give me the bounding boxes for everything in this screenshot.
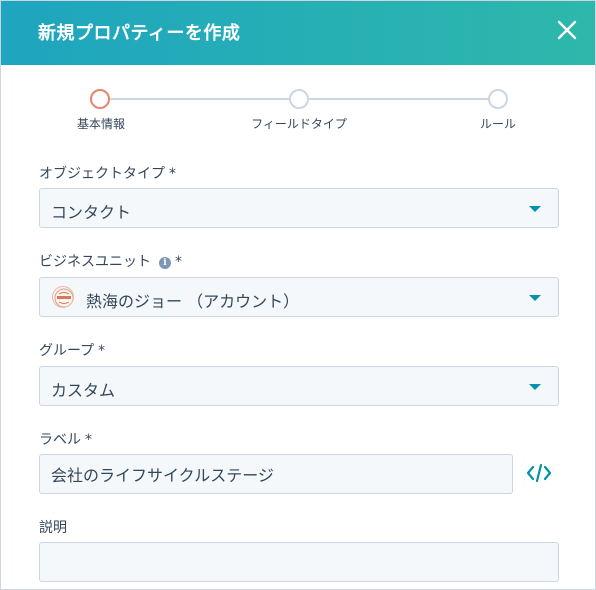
step-connector (309, 98, 489, 100)
business-unit-select[interactable]: 熱海のジョー （アカウント） (39, 277, 559, 317)
code-icon (526, 463, 552, 483)
step-dot-basic-info[interactable] (90, 89, 110, 109)
description-input[interactable] (39, 542, 559, 582)
progress-steps: 基本情報 フィールドタイプ ルール (1, 65, 595, 145)
step-label-rules: ルール (479, 117, 517, 131)
step-label-basic-info: 基本情報 (76, 117, 126, 131)
close-button[interactable] (553, 16, 581, 44)
business-unit-label: ビジネスユニット i * (39, 251, 182, 271)
step-connector (110, 98, 290, 100)
label-input[interactable] (39, 454, 513, 494)
object-type-label-text: オブジェクトタイプ (39, 166, 165, 182)
group-label-text: グループ (39, 343, 95, 359)
object-type-select[interactable]: コンタクト (39, 188, 559, 228)
info-icon[interactable]: i (159, 257, 171, 269)
create-property-modal: 新規プロパティーを作成 基本情報 フィールドタイプ ルール オブジェクトタイプ *… (0, 0, 596, 590)
step-dot-rules[interactable] (488, 89, 508, 109)
close-icon (557, 20, 577, 40)
group-value: カスタム (51, 381, 116, 400)
label-field-label: ラベル * (39, 429, 92, 449)
group-select[interactable]: カスタム (39, 366, 559, 406)
business-unit-logo-icon (52, 286, 74, 308)
step-dot-field-type[interactable] (289, 89, 309, 109)
chevron-down-icon (529, 384, 541, 390)
modal-title: 新規プロパティーを作成 (38, 23, 241, 44)
object-type-label: オブジェクトタイプ * (39, 163, 176, 183)
step-label-field-type: フィールドタイプ (251, 117, 347, 131)
chevron-down-icon (529, 206, 541, 212)
required-marker: * (98, 343, 106, 359)
required-marker: * (85, 432, 92, 448)
business-unit-label-text: ビジネスユニット (39, 254, 151, 270)
chevron-down-icon (529, 295, 541, 301)
business-unit-value: 熱海のジョー （アカウント） (86, 292, 300, 311)
label-field-label-text: ラベル (39, 432, 81, 448)
required-marker: * (175, 254, 182, 270)
object-type-value: コンタクト (51, 203, 132, 222)
required-marker: * (169, 166, 176, 182)
code-toggle-button[interactable] (525, 461, 553, 485)
group-label: グループ * (39, 340, 105, 360)
description-label: 説明 (39, 520, 67, 536)
modal-header: 新規プロパティーを作成 (1, 1, 595, 65)
